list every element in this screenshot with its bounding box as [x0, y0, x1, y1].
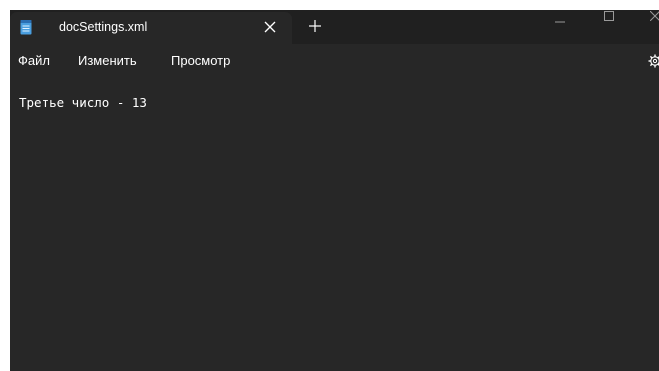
menu-edit[interactable]: Изменить: [78, 53, 137, 68]
tab-title: docSettings.xml: [59, 20, 148, 34]
menu-bar: Файл Изменить Просмотр: [10, 44, 659, 77]
notepad-icon: [20, 20, 32, 35]
window-close-icon[interactable]: [650, 11, 659, 21]
minimize-icon[interactable]: [555, 17, 565, 27]
tab-docsettings[interactable]: docSettings.xml: [10, 12, 292, 44]
gear-icon[interactable]: [648, 54, 659, 68]
editor-line: Третье число - 13: [19, 95, 147, 110]
text-editor[interactable]: Третье число - 13: [10, 77, 659, 371]
title-bar: docSettings.xml: [10, 10, 659, 44]
menu-file[interactable]: Файл: [18, 53, 50, 68]
notepad-window: docSettings.xml Файл Изменить Просмотр Т…: [10, 10, 659, 371]
close-icon[interactable]: [264, 21, 276, 33]
maximize-icon[interactable]: [604, 11, 614, 21]
menu-view[interactable]: Просмотр: [171, 53, 230, 68]
plus-icon[interactable]: [308, 19, 322, 33]
